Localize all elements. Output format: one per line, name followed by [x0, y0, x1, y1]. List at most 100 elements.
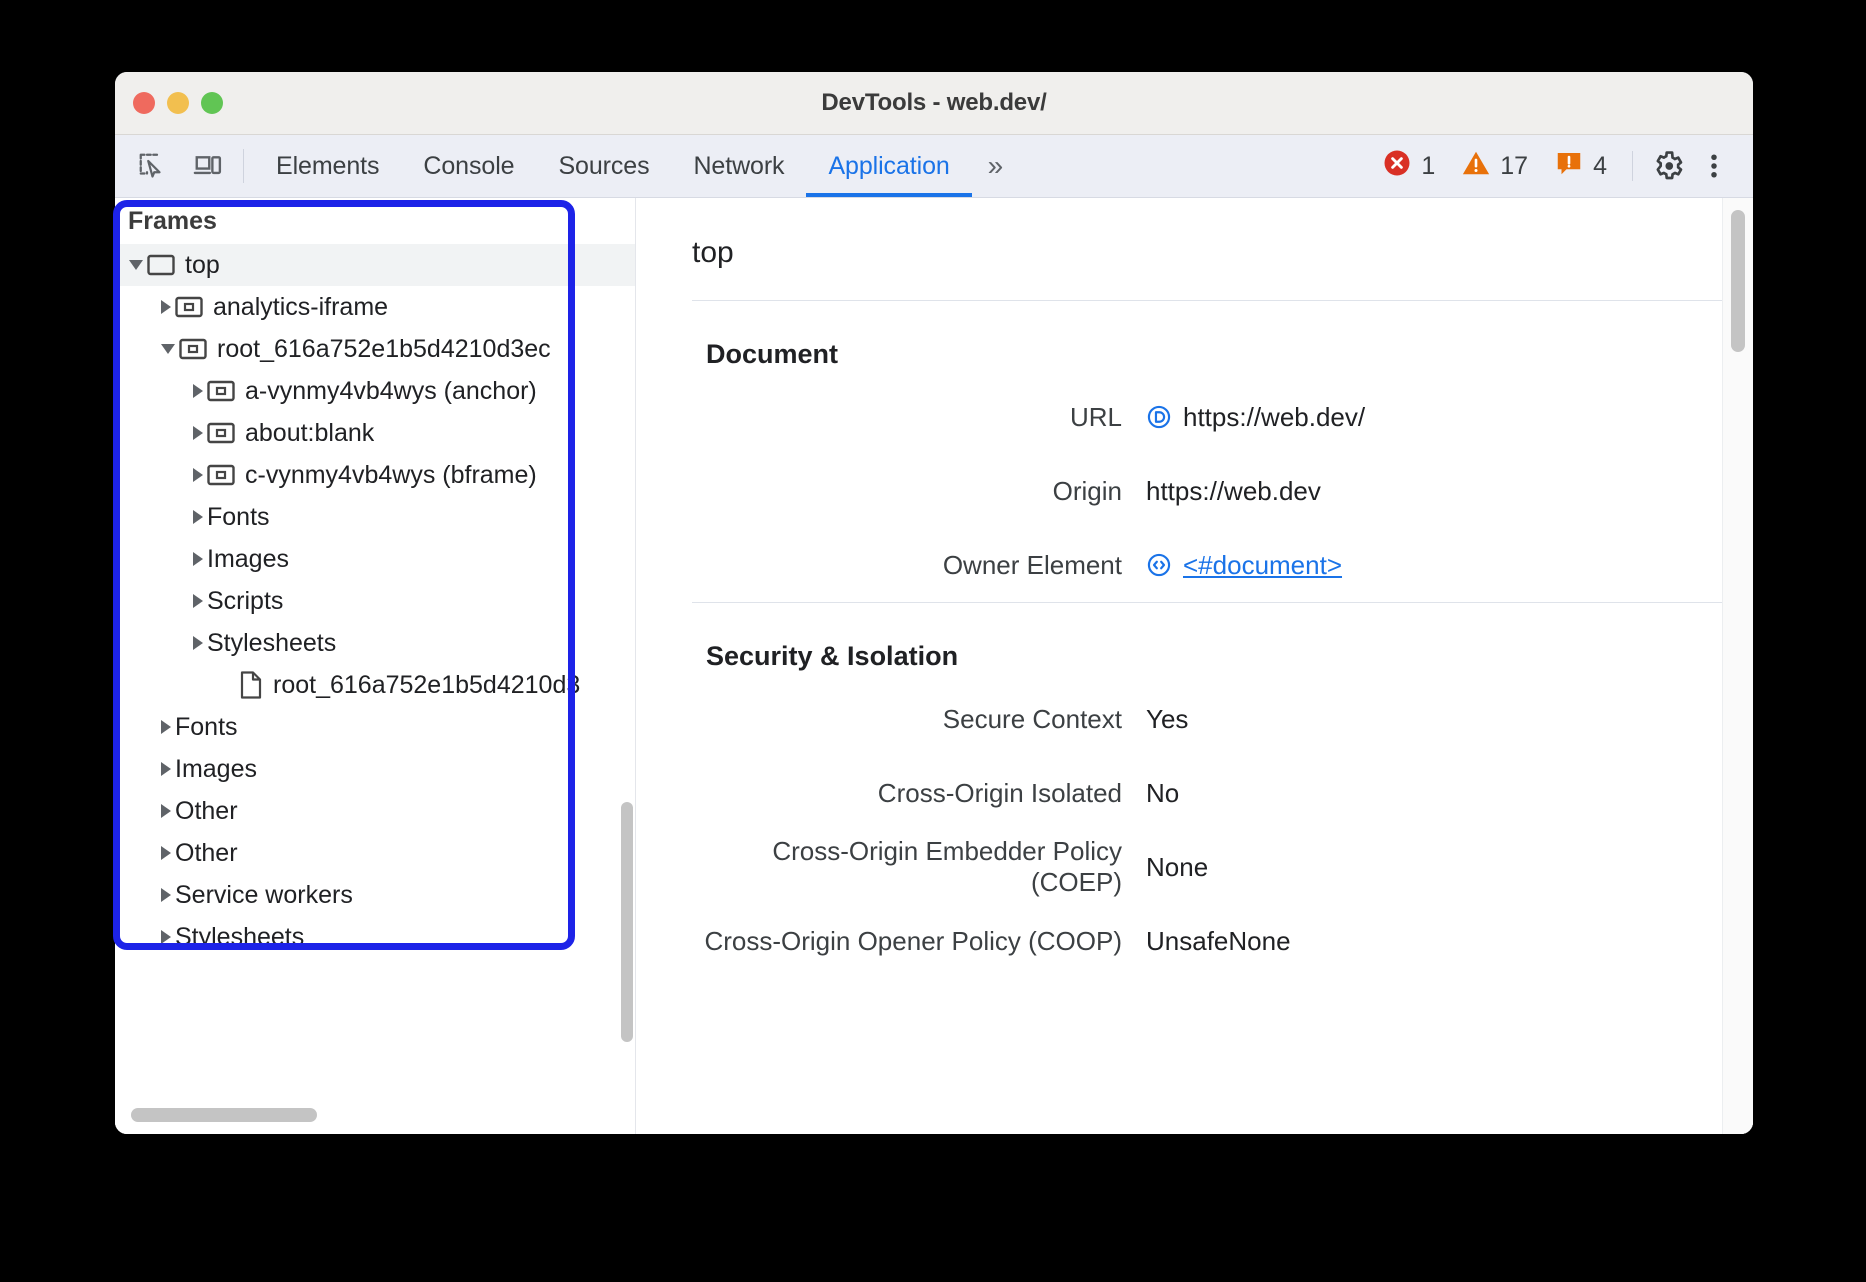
screenshot-root: DevTools - web.dev/ [0, 0, 1866, 1282]
issue-count: 4 [1593, 152, 1607, 181]
chevron-right-icon[interactable] [161, 804, 171, 818]
error-count: 1 [1421, 152, 1435, 181]
issue-icon [1554, 148, 1584, 185]
error-counter[interactable]: 1 [1369, 148, 1448, 185]
tree-item[interactable]: root_616a752e1b5d4210d3ec [115, 328, 635, 370]
issue-counter[interactable]: 4 [1541, 148, 1620, 185]
warning-icon [1461, 148, 1491, 185]
tree-item-label: Scripts [207, 587, 283, 616]
twisty-spacer [225, 678, 235, 692]
tree-item[interactable]: Service workers [115, 874, 635, 916]
window-title: DevTools - web.dev/ [115, 89, 1753, 117]
tree-item-label: Service workers [175, 881, 353, 910]
detail-value: UnsafeNone [1146, 926, 1291, 957]
tree-item[interactable]: root_616a752e1b5d4210d3 [115, 664, 635, 706]
detail-row: Owner Element<#document> [692, 528, 1753, 602]
tree-item[interactable]: analytics-iframe [115, 286, 635, 328]
tree-item-label: Fonts [175, 713, 238, 742]
tree-item[interactable]: Other [115, 790, 635, 832]
section-title: Document [692, 301, 1753, 380]
chevron-right-icon[interactable] [193, 594, 203, 608]
tab-console[interactable]: Console [401, 135, 536, 197]
tab-sources[interactable]: Sources [536, 135, 671, 197]
page-icon [1146, 404, 1172, 430]
tree-item[interactable]: Images [115, 538, 635, 580]
warning-counter[interactable]: 17 [1448, 148, 1541, 185]
tree-item[interactable]: Scripts [115, 580, 635, 622]
detail-value-link[interactable]: <#document> [1183, 550, 1342, 581]
more-tabs-icon[interactable]: » [972, 135, 1019, 197]
inspect-element-icon[interactable] [131, 145, 173, 187]
iframe-icon [175, 296, 203, 318]
chevron-right-icon[interactable] [161, 888, 171, 902]
iframe-icon [207, 380, 235, 402]
tab-elements[interactable]: Elements [254, 135, 401, 197]
tree-item[interactable]: top [115, 244, 635, 286]
minimize-window-button[interactable] [167, 92, 189, 114]
tree-item[interactable]: a-vynmy4vb4wys (anchor) [115, 370, 635, 412]
close-window-button[interactable] [133, 92, 155, 114]
detail-row: Originhttps://web.dev [692, 454, 1753, 528]
chevron-right-icon[interactable] [161, 846, 171, 860]
chevron-down-icon[interactable] [161, 344, 175, 354]
iframe-icon [179, 338, 207, 360]
devtools-toolbar: Elements Console Sources Network Applica… [115, 135, 1753, 198]
detail-key: Secure Context [692, 704, 1146, 735]
detail-row: Cross-Origin IsolatedNo [692, 756, 1753, 830]
detail-row: Secure ContextYes [692, 682, 1753, 756]
zoom-window-button[interactable] [201, 92, 223, 114]
tree-item[interactable]: about:blank [115, 412, 635, 454]
chevron-right-icon[interactable] [193, 552, 203, 566]
chevron-right-icon[interactable] [193, 384, 203, 398]
frame-details-content: topDocumentURLhttps://web.dev/Originhttp… [636, 198, 1753, 978]
toolbar-right-group: 1 17 [1369, 135, 1753, 197]
tree-item[interactable]: Fonts [115, 706, 635, 748]
frame-icon [147, 254, 175, 276]
chevron-right-icon[interactable] [161, 930, 171, 944]
chevron-right-icon[interactable] [161, 300, 171, 314]
sidebar-hscrollbar-thumb[interactable] [131, 1108, 317, 1122]
chevron-right-icon[interactable] [193, 468, 203, 482]
window-titlebar: DevTools - web.dev/ [115, 72, 1753, 135]
tree-item[interactable]: Fonts [115, 496, 635, 538]
traffic-lights [133, 92, 223, 114]
tree-item[interactable]: Images [115, 748, 635, 790]
tab-application[interactable]: Application [806, 135, 971, 197]
devtools-window: DevTools - web.dev/ [115, 72, 1753, 1134]
frame-details-panel: topDocumentURLhttps://web.dev/Originhttp… [636, 198, 1753, 1134]
tree-item[interactable]: c-vynmy4vb4wys (bframe) [115, 454, 635, 496]
section-title: Security & Isolation [692, 603, 1753, 682]
tree-item-label: Images [175, 755, 257, 784]
chevron-right-icon[interactable] [193, 510, 203, 524]
toolbar-divider [243, 149, 244, 183]
detail-value[interactable]: <#document> [1146, 550, 1342, 581]
sidebar-vscrollbar-thumb[interactable] [621, 802, 633, 1042]
tree-item-label: analytics-iframe [213, 293, 388, 322]
tree-item-label: about:blank [245, 419, 374, 448]
chevron-right-icon[interactable] [193, 426, 203, 440]
page-title: top [692, 198, 1753, 300]
code-icon [1146, 552, 1172, 578]
tree-item-label: Stylesheets [207, 629, 336, 658]
detail-row: Cross-Origin Opener Policy (COOP)UnsafeN… [692, 904, 1753, 978]
chevron-right-icon[interactable] [161, 720, 171, 734]
frames-tree[interactable]: top analytics-iframe root_616a752e1b5d4210… [115, 244, 635, 958]
tab-network[interactable]: Network [671, 135, 806, 197]
tree-item-label: c-vynmy4vb4wys (bframe) [245, 461, 537, 490]
device-toolbar-icon[interactable] [187, 145, 229, 187]
tree-item-label: top [185, 251, 220, 280]
tree-item[interactable]: Stylesheets [115, 622, 635, 664]
main-scrollbar-thumb[interactable] [1731, 210, 1745, 352]
tree-item-label: root_616a752e1b5d4210d3ec [217, 335, 551, 364]
tree-item[interactable]: Stylesheets [115, 916, 635, 958]
sidebar-vscrollbar[interactable] [621, 802, 633, 1042]
detail-key: Cross-Origin Embedder Policy (COEP) [692, 836, 1146, 898]
detail-key: URL [692, 402, 1146, 433]
chevron-right-icon[interactable] [193, 636, 203, 650]
tree-item[interactable]: Other [115, 832, 635, 874]
more-options-icon[interactable] [1691, 143, 1737, 189]
chevron-down-icon[interactable] [129, 260, 143, 270]
gear-icon[interactable] [1645, 143, 1691, 189]
chevron-right-icon[interactable] [161, 762, 171, 776]
toolbar-left-icons [115, 135, 243, 197]
